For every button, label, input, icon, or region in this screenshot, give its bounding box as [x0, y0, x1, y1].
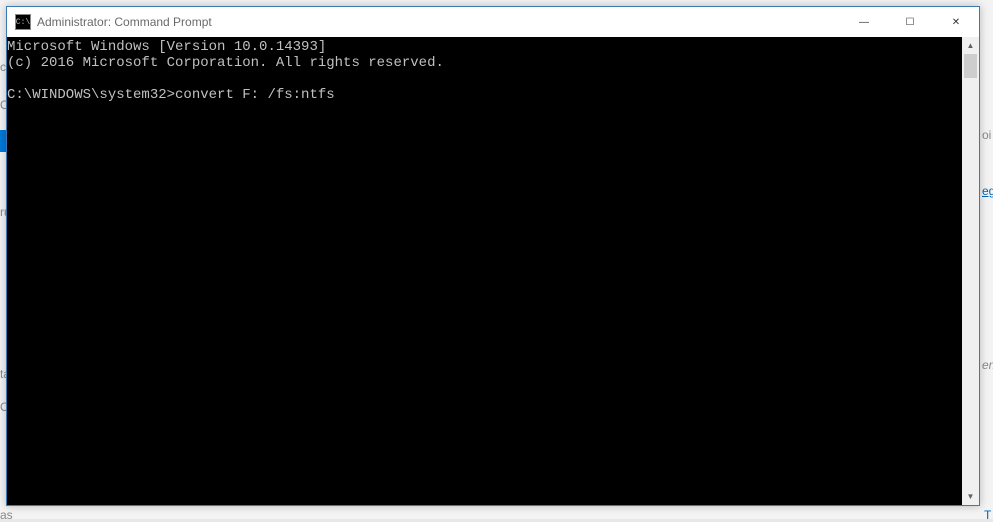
bg-text-fragment: as	[0, 508, 13, 522]
minimize-button[interactable]: —	[841, 7, 887, 37]
scroll-down-button[interactable]: ▼	[962, 488, 979, 505]
bg-link-fragment: T	[984, 508, 991, 522]
window-controls: — ☐ ✕	[841, 7, 979, 37]
console-output[interactable]: Microsoft Windows [Version 10.0.14393] (…	[7, 37, 962, 505]
cmd-window: C:\ Administrator: Command Prompt — ☐ ✕ …	[6, 6, 980, 506]
console-command: convert F: /fs:ntfs	[175, 87, 335, 103]
vertical-scrollbar[interactable]: ▲ ▼	[962, 37, 979, 505]
console-line: Microsoft Windows [Version 10.0.14393]	[7, 39, 326, 55]
bg-link-fragment: eg	[982, 184, 993, 198]
console-line: (c) 2016 Microsoft Corporation. All righ…	[7, 55, 444, 71]
bg-text-fragment: oi	[982, 128, 991, 142]
console-prompt: C:\WINDOWS\system32>	[7, 87, 175, 103]
scroll-up-button[interactable]: ▲	[962, 37, 979, 54]
titlebar[interactable]: C:\ Administrator: Command Prompt — ☐ ✕	[7, 7, 979, 37]
scrollbar-thumb[interactable]	[964, 54, 977, 78]
close-button[interactable]: ✕	[933, 7, 979, 37]
maximize-button[interactable]: ☐	[887, 7, 933, 37]
window-title: Administrator: Command Prompt	[37, 15, 841, 29]
bg-text-fragment: er.	[982, 358, 993, 372]
scrollbar-track[interactable]	[962, 54, 979, 488]
client-area: Microsoft Windows [Version 10.0.14393] (…	[7, 37, 979, 505]
cmd-icon: C:\	[15, 14, 31, 30]
